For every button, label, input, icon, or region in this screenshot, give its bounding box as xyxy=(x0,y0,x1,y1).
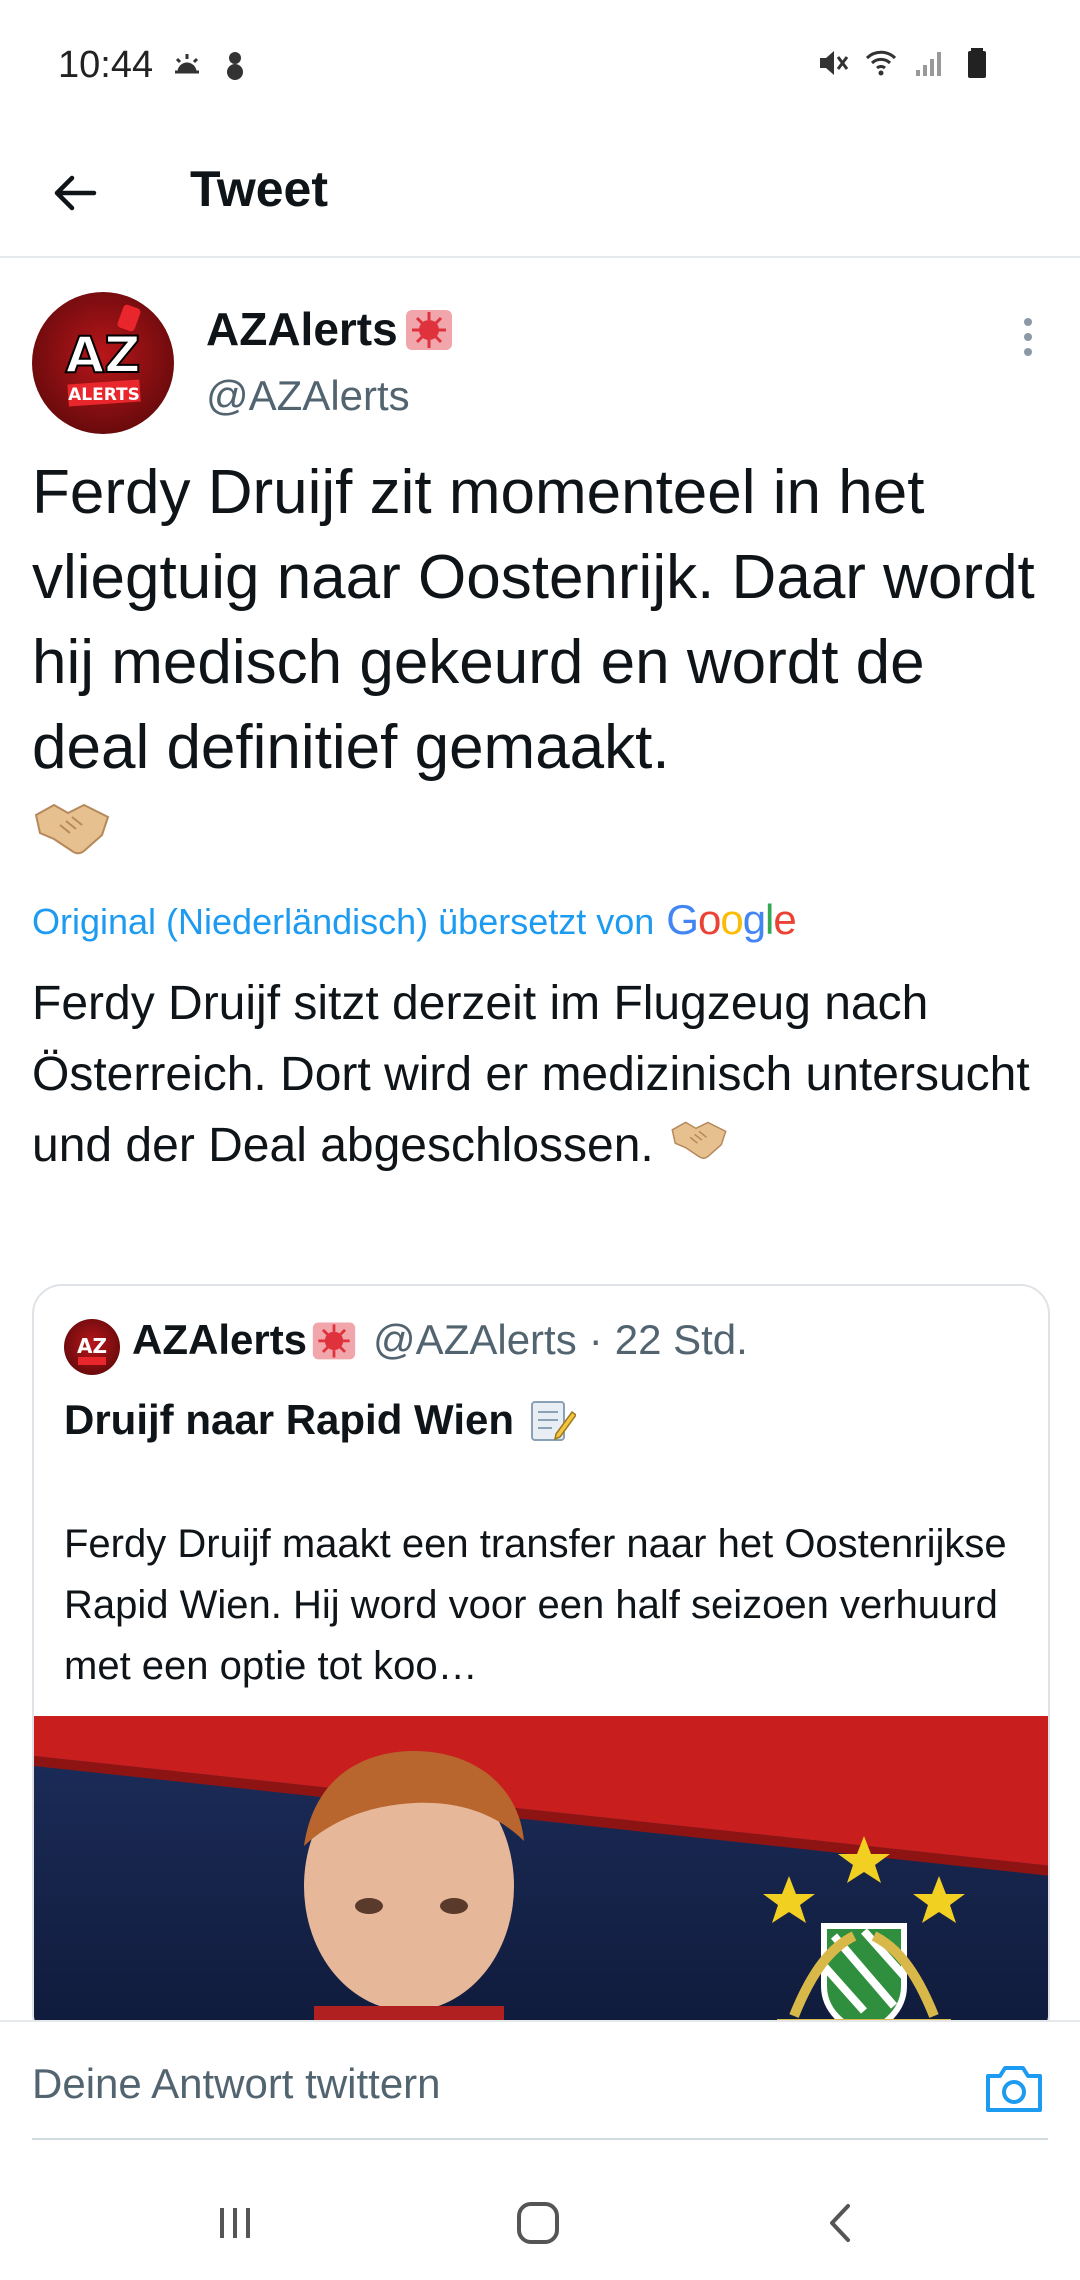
player-photo-image xyxy=(34,1716,1048,2042)
more-vertical-icon xyxy=(1024,318,1032,326)
home-button[interactable] xyxy=(503,2188,573,2258)
tweet-text-content: Ferdy Druijf zit momenteel in het vliegt… xyxy=(32,458,1035,782)
status-time: 10:44 xyxy=(58,44,154,86)
author-name-text: AZAlerts xyxy=(206,303,398,355)
avatar[interactable]: AZ ALERTS xyxy=(32,292,174,434)
handshake-icon xyxy=(667,1112,731,1184)
quoted-title: Druijf naar Rapid Wien xyxy=(64,1396,577,1444)
system-nav-bar xyxy=(0,2160,1080,2280)
quoted-avatar: AZ xyxy=(64,1319,120,1375)
quoted-time: 22 Std. xyxy=(614,1316,748,1363)
wifi-icon xyxy=(865,50,897,76)
system-back-button[interactable] xyxy=(806,2188,876,2258)
arrow-left-icon xyxy=(54,175,97,211)
back-button[interactable] xyxy=(40,158,110,228)
recent-apps-icon xyxy=(220,2208,250,2238)
reply-input[interactable]: Deine Antwort twittern xyxy=(32,2060,441,2108)
quoted-author-name: AZAlerts xyxy=(132,1316,308,1363)
more-options-button[interactable] xyxy=(1010,312,1046,362)
reply-bar: Deine Antwort twittern xyxy=(0,2020,1080,2140)
status-bar: 10:44 xyxy=(0,0,1080,130)
svg-text:AZ: AZ xyxy=(77,1334,107,1358)
memo-icon xyxy=(531,1401,577,1441)
tweet-author-handle[interactable]: @AZAlerts xyxy=(206,372,410,420)
snowman-icon xyxy=(227,52,243,80)
quoted-media-image[interactable] xyxy=(34,1716,1048,2042)
quoted-header: AZAlerts @AZAlerts · 22 Std. xyxy=(132,1316,748,1364)
quoted-tweet-card[interactable]: AZ AZAlerts @AZAlerts · 22 Std. Druijf n… xyxy=(32,1284,1050,2044)
translated-text-content: Ferdy Druijf sitzt derzeit im Flugzeug n… xyxy=(32,977,1030,1172)
tweet-author-name[interactable]: AZAlerts xyxy=(206,302,454,356)
battery-icon xyxy=(968,48,986,78)
quoted-separator: · xyxy=(588,1316,603,1363)
home-icon xyxy=(517,2202,559,2244)
camera-icon xyxy=(986,2066,1042,2112)
status-notification-icons xyxy=(170,48,252,82)
camera-button[interactable] xyxy=(984,2062,1044,2114)
svg-text:AZ: AZ xyxy=(66,326,141,384)
google-logo: Google xyxy=(666,896,796,943)
translated-text: Ferdy Druijf sitzt derzeit im Flugzeug n… xyxy=(32,968,1042,1184)
handshake-icon xyxy=(32,791,112,883)
status-system-icons xyxy=(816,46,994,80)
quoted-text: Ferdy Druijf maakt een transfer naar het… xyxy=(64,1522,1007,1688)
reply-underline xyxy=(32,2138,1048,2140)
tweet-text: Ferdy Druijf zit momenteel in het vliegt… xyxy=(32,450,1052,883)
azalerts-logo-icon: AZ xyxy=(77,1334,107,1365)
weather-sunrise-icon xyxy=(175,54,199,74)
signal-icon xyxy=(916,52,941,76)
azalerts-logo-icon: AZ ALERTS xyxy=(65,304,141,407)
chevron-left-icon xyxy=(830,2204,850,2242)
translation-attribution[interactable]: Original (Niederländisch) übersetzt von … xyxy=(32,896,797,944)
top-bar: Tweet xyxy=(0,130,1080,258)
translation-label: Original (Niederländisch) übersetzt von xyxy=(32,901,655,942)
recent-apps-button[interactable] xyxy=(200,2188,270,2258)
mute-icon xyxy=(820,51,849,75)
police-light-icon xyxy=(312,1322,356,1360)
quoted-author-handle: @AZAlerts xyxy=(373,1316,577,1363)
quoted-title-text: Druijf naar Rapid Wien xyxy=(64,1396,515,1443)
svg-text:ALERTS: ALERTS xyxy=(68,385,140,405)
page-title: Tweet xyxy=(190,161,328,217)
police-light-icon xyxy=(405,310,452,350)
